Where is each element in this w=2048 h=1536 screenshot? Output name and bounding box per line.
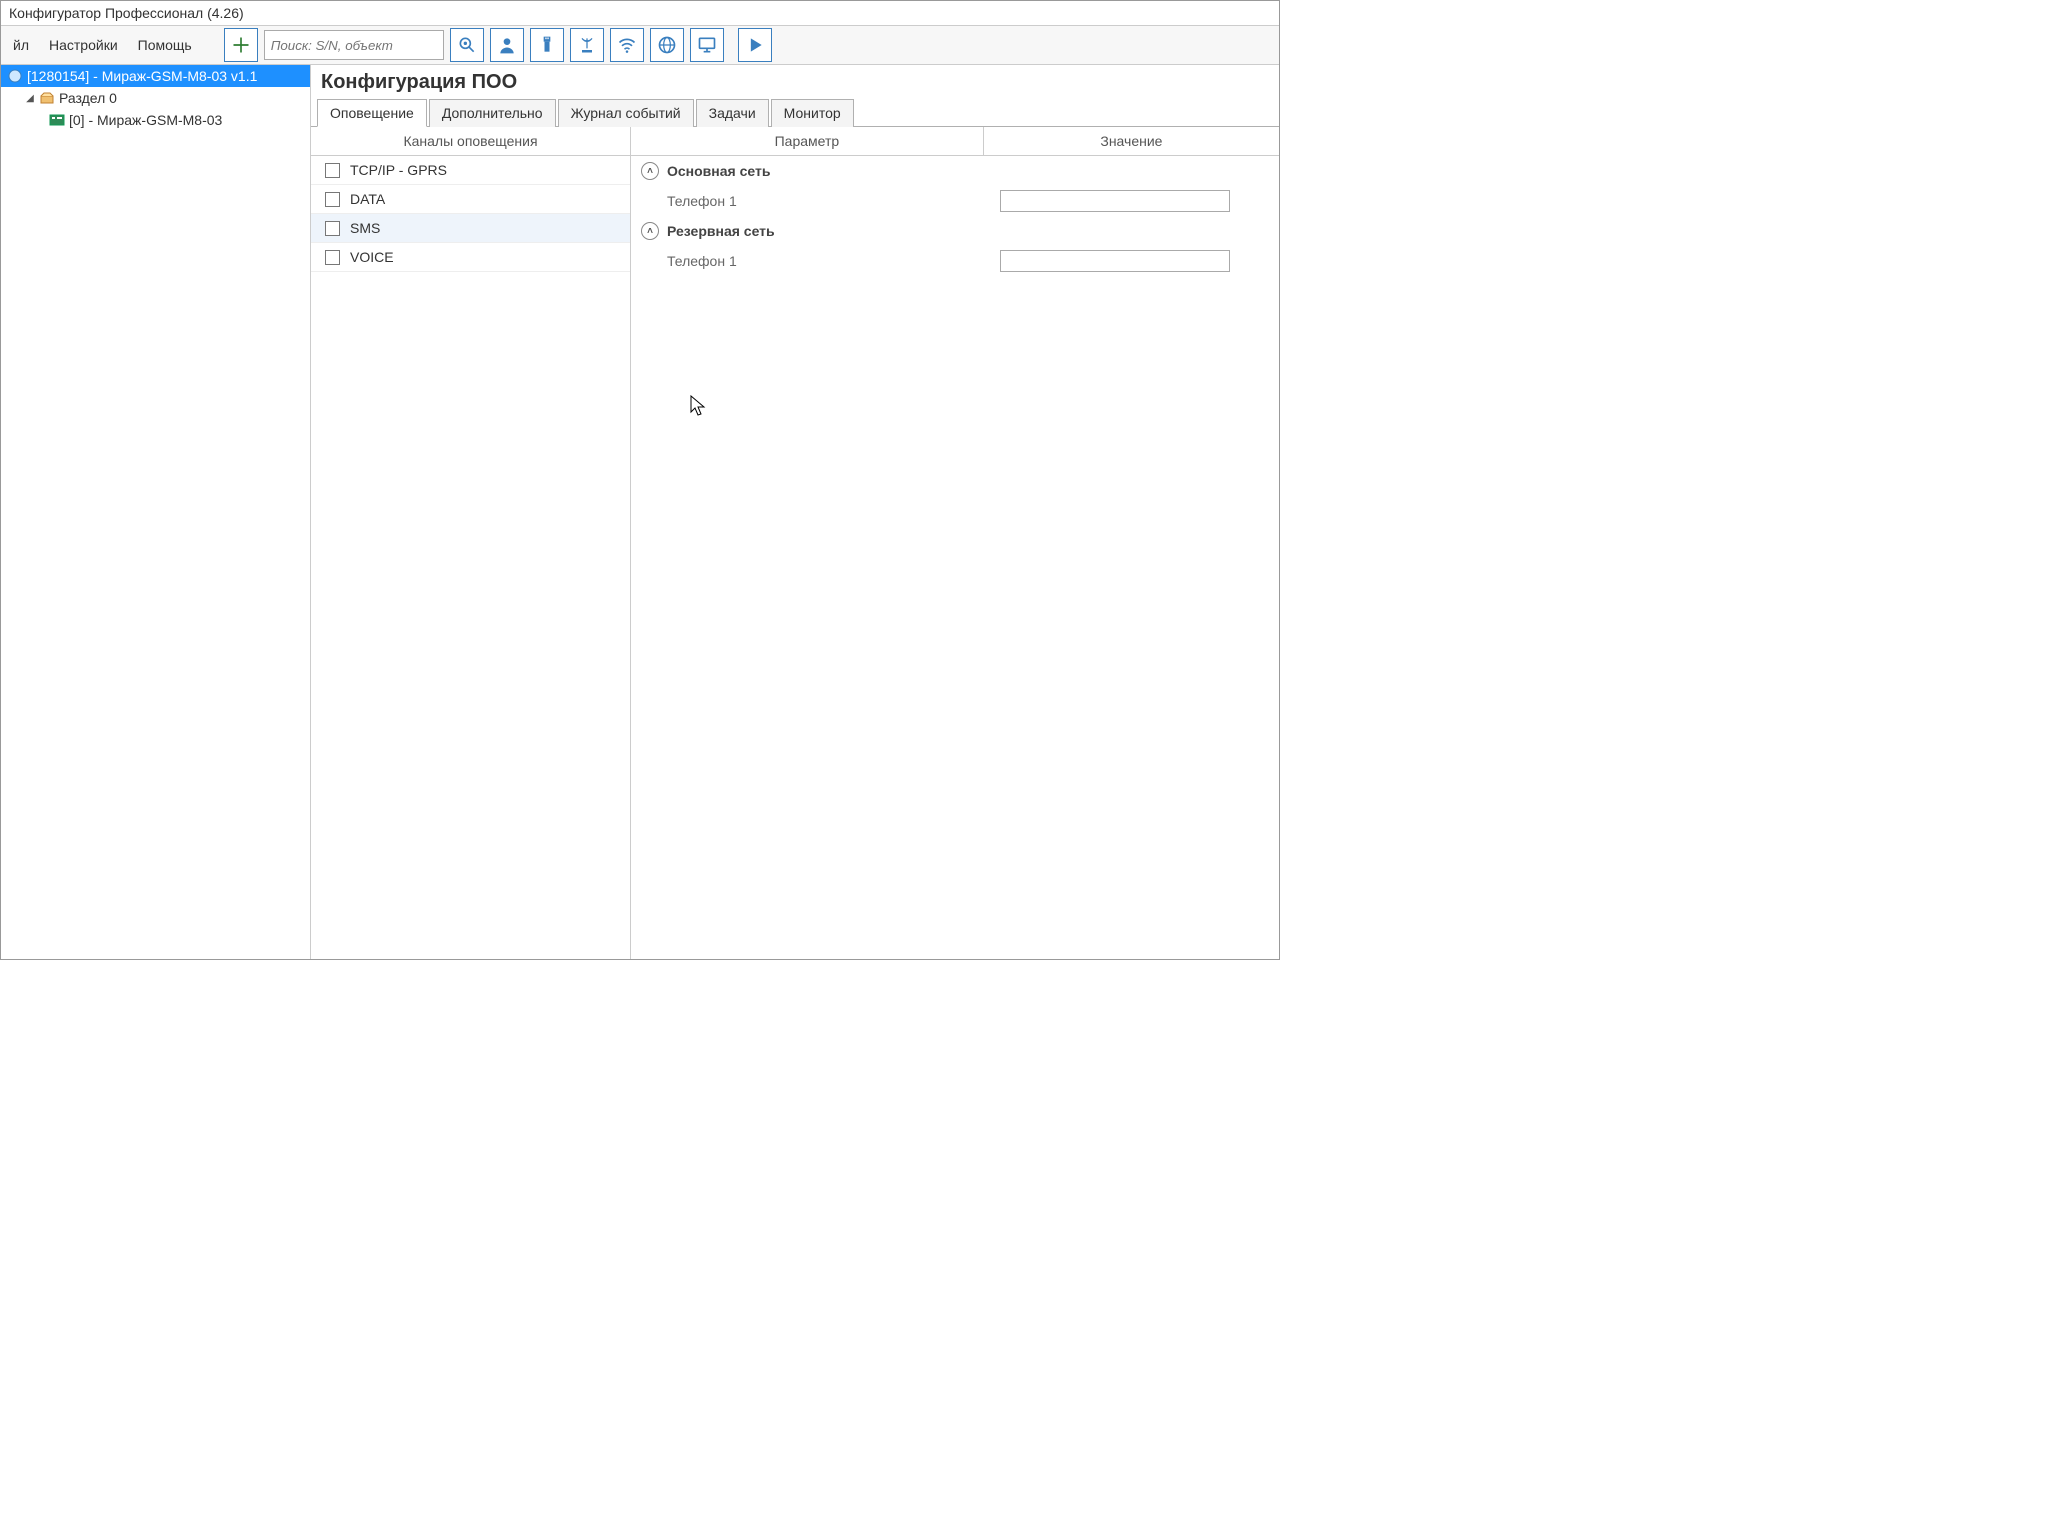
params-header: Параметр Значение (631, 127, 1279, 156)
user-icon (497, 35, 517, 55)
tab-tasks[interactable]: Задачи (696, 99, 769, 127)
mouse-cursor-icon (690, 395, 708, 417)
param-row-phone1-main: Телефон 1 (631, 186, 1279, 216)
tree-device-node[interactable]: [1280154] - Мираж-GSM-M8-03 v1.1 (1, 65, 310, 87)
board-icon (49, 112, 65, 128)
search-key-icon (457, 35, 477, 55)
channel-label: SMS (350, 220, 380, 236)
tree-section-node[interactable]: ◢ Раздел 0 (1, 87, 310, 109)
tab-journal[interactable]: Журнал событий (558, 99, 694, 127)
menu-help[interactable]: Помощь (130, 33, 200, 57)
tree-child-node[interactable]: [0] - Мираж-GSM-M8-03 (1, 109, 310, 131)
group-main-network[interactable]: ˄ Основная сеть (631, 156, 1279, 186)
user-button[interactable] (490, 28, 524, 62)
channel-voice[interactable]: VOICE (311, 243, 630, 272)
device-tree[interactable]: [1280154] - Мираж-GSM-M8-03 v1.1 ◢ Разде… (1, 65, 311, 959)
main-panel: Конфигурация ПОО Оповещение Дополнительн… (311, 65, 1279, 959)
group-label: Основная сеть (667, 163, 770, 179)
tab-monitor[interactable]: Монитор (771, 99, 854, 127)
window-title: Конфигуратор Профессионал (4.26) (9, 5, 244, 21)
channel-data[interactable]: DATA (311, 185, 630, 214)
globe-icon (657, 35, 677, 55)
phone1-main-input[interactable] (1000, 190, 1230, 212)
tab-notify[interactable]: Оповещение (317, 99, 427, 127)
section-icon (39, 90, 55, 106)
window-titlebar: Конфигуратор Профессионал (4.26) (1, 1, 1279, 26)
chevron-up-icon[interactable]: ˄ (641, 162, 659, 180)
tree-device-label: [1280154] - Мираж-GSM-M8-03 v1.1 (27, 68, 257, 84)
antenna-button[interactable] (570, 28, 604, 62)
tree-child-label: [0] - Мираж-GSM-M8-03 (69, 112, 222, 128)
channel-sms[interactable]: SMS (311, 214, 630, 243)
channel-label: TCP/IP - GPRS (350, 162, 447, 178)
usb-button[interactable] (530, 28, 564, 62)
add-button[interactable] (224, 28, 258, 62)
checkbox[interactable] (325, 192, 340, 207)
param-label: Телефон 1 (667, 253, 990, 269)
main-body: [1280154] - Мираж-GSM-M8-03 v1.1 ◢ Разде… (1, 65, 1279, 959)
wifi-button[interactable] (610, 28, 644, 62)
param-label: Телефон 1 (667, 193, 990, 209)
channels-header: Каналы оповещения (311, 127, 630, 156)
channels-panel: Каналы оповещения TCP/IP - GPRS DATA SMS (311, 127, 631, 959)
tab-bar: Оповещение Дополнительно Журнал событий … (311, 98, 1279, 127)
search-input[interactable] (264, 30, 444, 60)
chevron-up-icon[interactable]: ˄ (641, 222, 659, 240)
menubar: йл Настройки Помощь (1, 26, 1279, 65)
app-window: Конфигуратор Профессионал (4.26) йл Наст… (0, 0, 1280, 960)
checkbox[interactable] (325, 221, 340, 236)
tab-content: Каналы оповещения TCP/IP - GPRS DATA SMS (311, 127, 1279, 959)
menu-settings[interactable]: Настройки (41, 33, 126, 57)
tab-extra[interactable]: Дополнительно (429, 99, 556, 127)
globe-button[interactable] (650, 28, 684, 62)
params-panel: Параметр Значение ˄ Основная сеть Телефо… (631, 127, 1279, 959)
search-key-button[interactable] (450, 28, 484, 62)
toolbar (224, 28, 772, 62)
phone1-reserve-input[interactable] (1000, 250, 1230, 272)
wifi-icon (617, 35, 637, 55)
tree-collapse-icon[interactable]: ◢ (25, 93, 35, 104)
channel-label: VOICE (350, 249, 394, 265)
group-reserve-network[interactable]: ˄ Резервная сеть (631, 216, 1279, 246)
monitor-button[interactable] (690, 28, 724, 62)
checkbox[interactable] (325, 250, 340, 265)
usb-icon (537, 35, 557, 55)
tree-section-label: Раздел 0 (59, 90, 117, 106)
group-label: Резервная сеть (667, 223, 775, 239)
channel-label: DATA (350, 191, 385, 207)
col-value-header: Значение (983, 127, 1279, 155)
play-icon (745, 35, 765, 55)
col-param-header: Параметр (631, 127, 983, 155)
main-title: Конфигурация ПОО (311, 65, 1279, 98)
plus-icon (231, 35, 251, 55)
param-row-phone1-reserve: Телефон 1 (631, 246, 1279, 276)
menu-file[interactable]: йл (5, 33, 37, 57)
antenna-icon (577, 35, 597, 55)
checkbox[interactable] (325, 163, 340, 178)
monitor-icon (697, 35, 717, 55)
channel-tcpip[interactable]: TCP/IP - GPRS (311, 156, 630, 185)
play-button[interactable] (738, 28, 772, 62)
device-icon (7, 68, 23, 84)
